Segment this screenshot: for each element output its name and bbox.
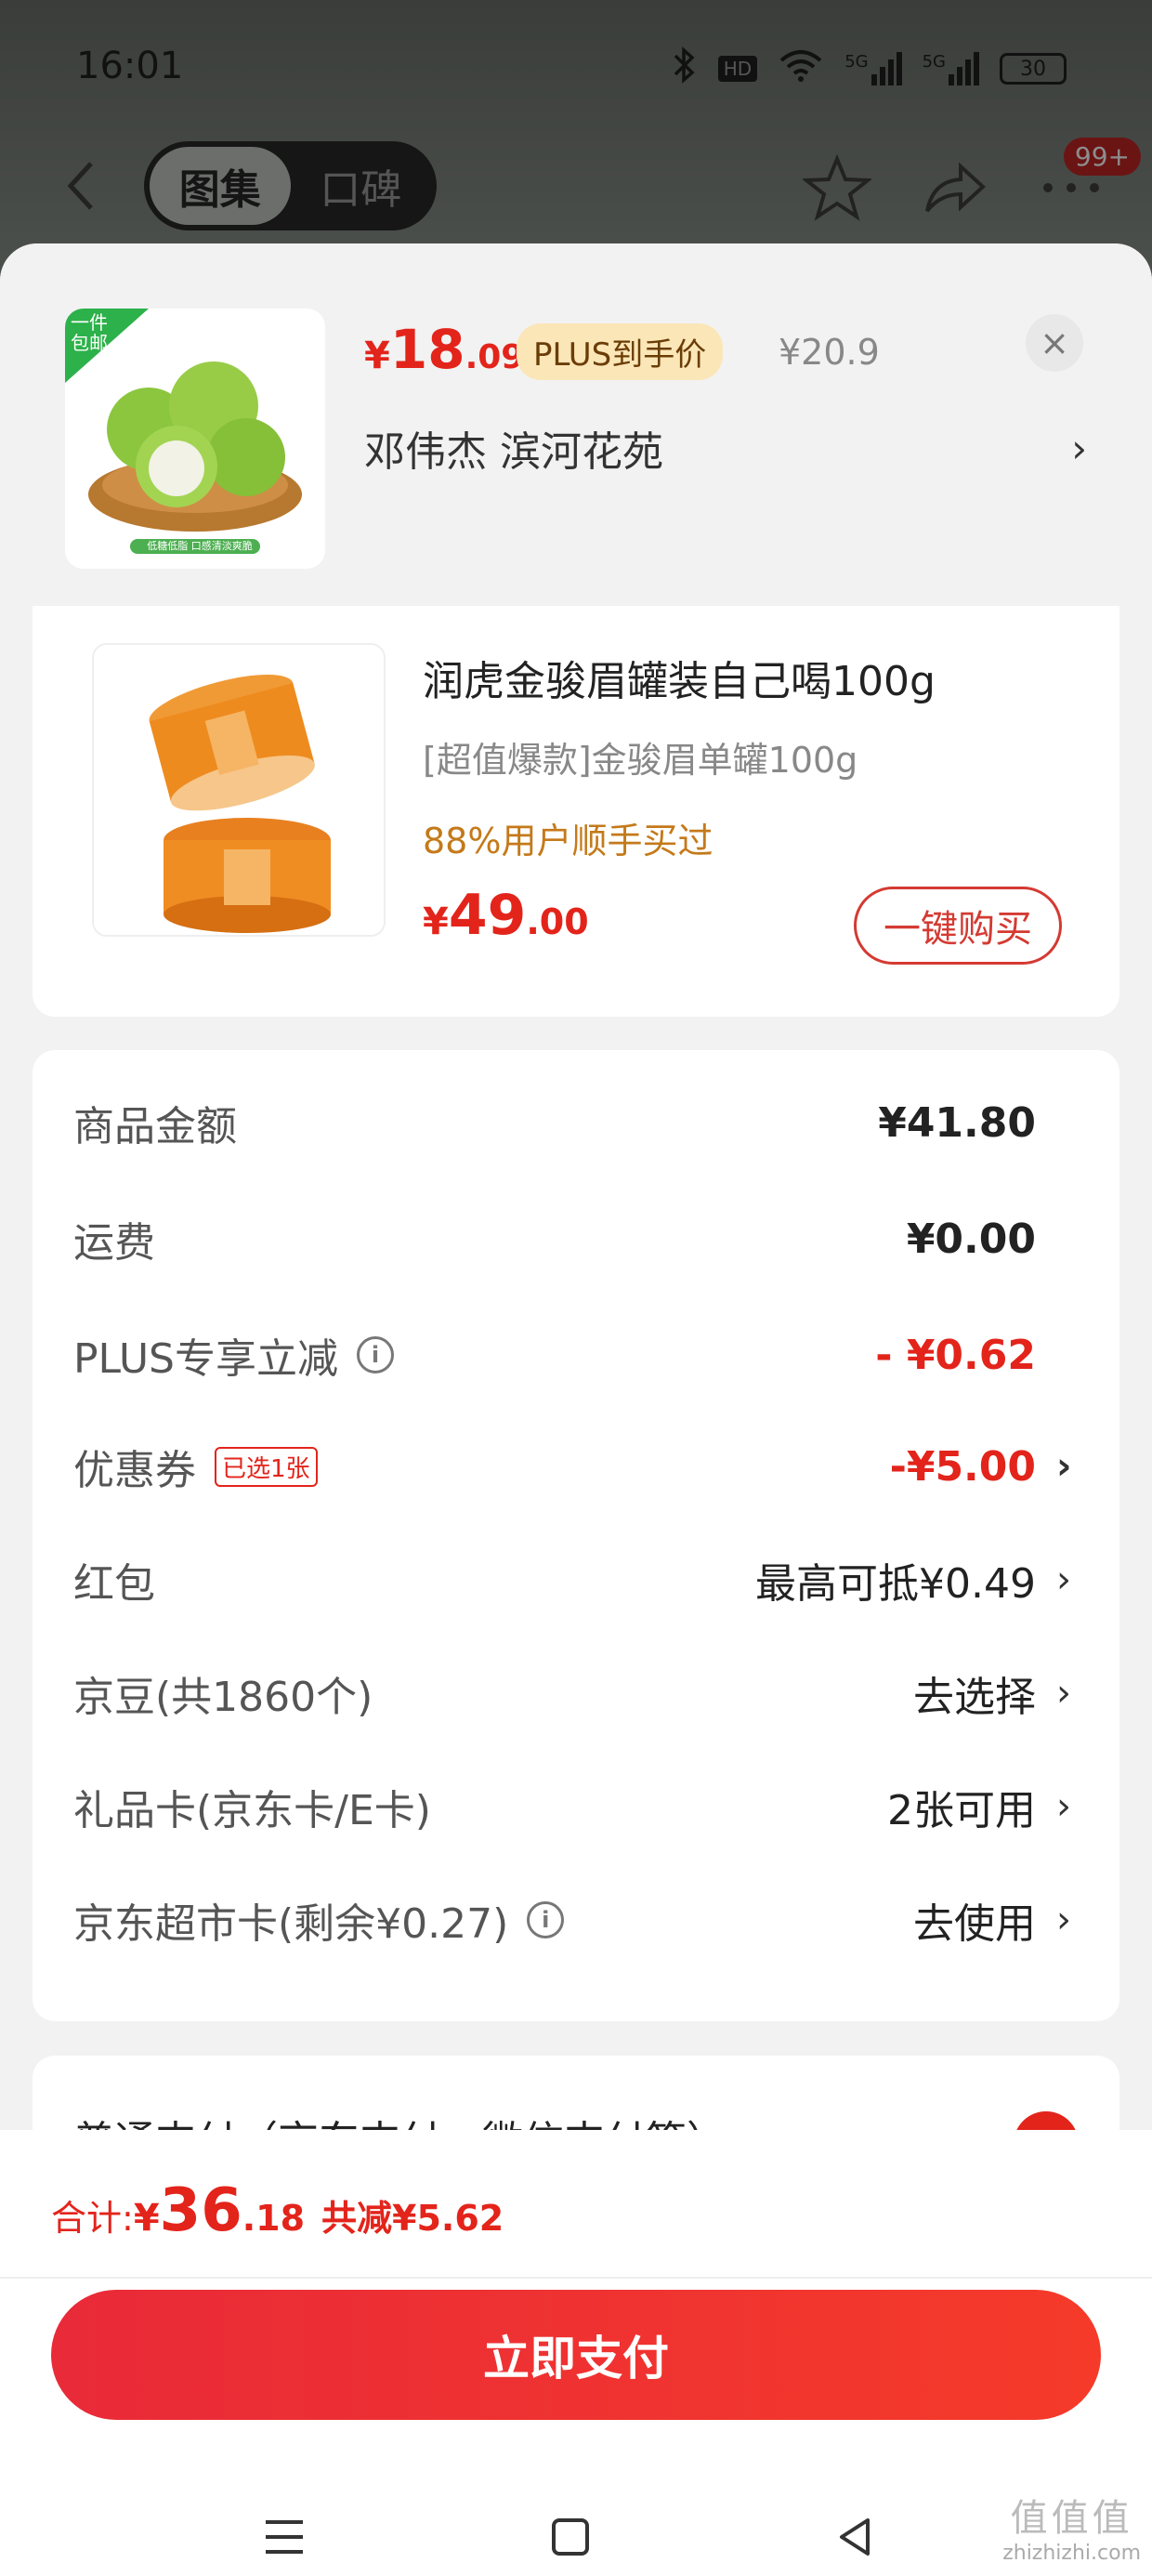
recommended-product-card: 润虎金骏眉罐装自己喝100g [超值爆款]金骏眉单罐100g 88%用户顺手买过… (33, 606, 1119, 1017)
row-value: 去选择 › (913, 1663, 1079, 1723)
summary-row-goods-amount: 商品金额 ¥41.80 (73, 1085, 1079, 1160)
signal-icon-1: 5G (844, 52, 902, 85)
row-label: 红包 (73, 1560, 155, 1608)
total-amount: 合计: ¥ 36 .18 共减¥5.62 (51, 2176, 504, 2245)
product-price: ¥ 49 .00 (423, 883, 589, 948)
address-selector[interactable]: 邓伟杰 滨河花苑 › (364, 420, 1087, 477)
hd-icon: HD (717, 56, 758, 82)
address-text: 邓伟杰 滨河花苑 (364, 428, 663, 476)
summary-row-plus-discount: PLUS专享立减 i - ¥0.62 (73, 1318, 1079, 1392)
plus-price-tag: PLUS到手价 (517, 323, 724, 380)
row-label: 运费 (73, 1219, 155, 1267)
row-label: 京豆(共1860个) (73, 1674, 373, 1721)
back-icon[interactable] (827, 2509, 883, 2565)
original-price: ¥20.9 (779, 332, 880, 373)
summary-row-coupon[interactable]: 优惠券 已选1张 -¥5.00 › (73, 1429, 1079, 1504)
row-label: 京东超市卡(剩余¥0.27) i (73, 1890, 565, 1950)
menu-icon[interactable] (256, 2509, 312, 2565)
product-thumbnail: 一件 包邮 低糖低脂 口感清淡爽脆 (65, 309, 325, 569)
summary-row-red-packet[interactable]: 红包 最高可抵¥0.49 › (73, 1543, 1079, 1617)
row-label: 礼品卡(京东卡/E卡) (73, 1787, 431, 1834)
tab-reviews[interactable]: 口碑 (291, 147, 432, 225)
row-label: 优惠券 已选1张 (73, 1437, 318, 1496)
bluetooth-icon (672, 46, 698, 91)
home-icon[interactable] (543, 2509, 598, 2565)
coupon-selected-tag: 已选1张 (215, 1446, 318, 1487)
close-button[interactable]: × (1026, 314, 1083, 372)
summary-row-shipping: 运费 ¥0.00 (73, 1202, 1079, 1276)
row-value: ¥0.00 (906, 1215, 1036, 1263)
row-value: 去使用 › (913, 1890, 1079, 1950)
back-arrow-icon[interactable] (59, 158, 106, 210)
repurchase-rate: 88%用户顺手买过 (423, 821, 713, 861)
row-value: 2张可用 › (887, 1777, 1079, 1836)
thumbnail-caption: 低糖低脂 口感清淡爽脆 (147, 540, 253, 552)
summary-row-gift-card[interactable]: 礼品卡(京东卡/E卡) 2张可用 › (73, 1769, 1079, 1844)
signal-icon-2: 5G (923, 52, 979, 85)
sheet-price: ¥ 18 .09 (364, 318, 525, 381)
info-icon[interactable]: i (527, 1901, 565, 1939)
order-summary-card: 商品金额 ¥41.80 运费 ¥0.00 PLUS专享立减 i - ¥0.62 … (33, 1050, 1119, 2021)
chevron-right-icon: › (1056, 1445, 1072, 1488)
row-value: ¥41.80 (878, 1098, 1036, 1147)
row-value: - ¥0.62 (875, 1331, 1036, 1379)
status-icons: HD 5G 5G 30 (672, 46, 1067, 91)
summary-row-supermarket-card[interactable]: 京东超市卡(剩余¥0.27) i 去使用 › (73, 1883, 1079, 1957)
one-click-buy-button[interactable]: 一键购买 (854, 887, 1062, 965)
watermark: 值值值 zhizhizhi.com (1002, 2497, 1141, 2565)
sheet-header: 一件 包邮 低糖低脂 口感清淡爽脆 ¥ 18 .09 PLUS到手价 ¥20.9… (0, 243, 1152, 606)
status-bar: 16:01 HD 5G 5G 30 (0, 0, 1152, 139)
summary-row-jd-beans[interactable]: 京豆(共1860个) 去选择 › (73, 1656, 1079, 1730)
chevron-right-icon: › (1056, 1785, 1071, 1828)
row-value: -¥5.00 › (890, 1443, 1079, 1491)
status-time: 16:01 (76, 45, 184, 87)
battery-icon: 30 (1000, 53, 1067, 85)
pay-now-button[interactable]: 立即支付 (51, 2290, 1101, 2420)
share-icon[interactable] (920, 153, 988, 222)
free-shipping-tag: 一件 包邮 (71, 311, 108, 354)
message-badge: 99+ (1063, 138, 1141, 176)
bottom-bar: 合计: ¥ 36 .18 共减¥5.62 立即支付 值值值 zhizhizhi.… (0, 2130, 1152, 2576)
chevron-right-icon: › (1056, 1899, 1071, 1941)
product-title[interactable]: 润虎金骏眉罐装自己喝100g (423, 648, 936, 707)
row-label: PLUS专享立减 i (73, 1325, 394, 1385)
header-actions (801, 153, 1106, 222)
star-icon[interactable] (801, 153, 873, 222)
tab-gallery[interactable]: 图集 (150, 147, 291, 225)
wifi-icon (778, 47, 824, 90)
row-label: 商品金额 (73, 1103, 237, 1150)
system-nav-bar (0, 2483, 1152, 2576)
gallery-tab-switch: 图集 口碑 (144, 141, 437, 230)
chevron-right-icon: › (1056, 1672, 1071, 1715)
chevron-right-icon: › (1056, 1558, 1071, 1601)
total-saved: 共减¥5.62 (321, 2198, 504, 2239)
product-spec: [超值爆款]金骏眉单罐100g (423, 740, 858, 781)
tea-product-image (92, 643, 386, 937)
info-icon[interactable]: i (357, 1336, 394, 1373)
divider (0, 2277, 1152, 2279)
row-value: 最高可抵¥0.49 › (755, 1550, 1079, 1610)
chevron-right-icon: › (1071, 425, 1087, 471)
